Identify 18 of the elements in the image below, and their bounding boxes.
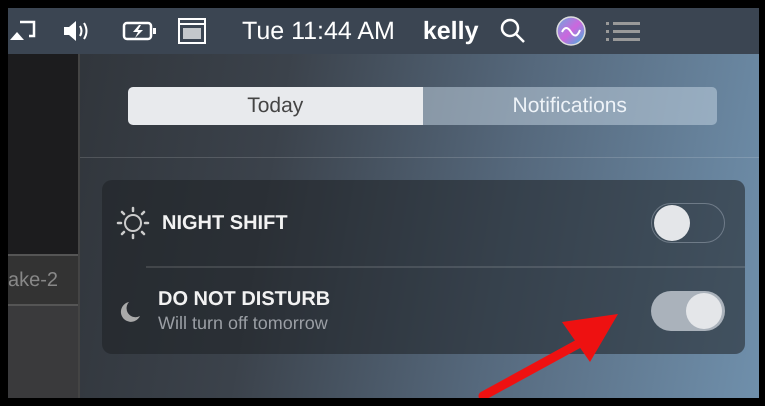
toggle-knob[interactable] <box>686 293 722 329</box>
tab[interactable]: Today <box>128 86 422 124</box>
setting-label: NIGHT SHIFT <box>162 212 289 234</box>
keyboard-viewer-icon[interactable] <box>178 18 206 44</box>
siri-icon[interactable] <box>556 16 586 46</box>
setting-detail: Will turn off tomorrow <box>158 313 329 334</box>
toggle-knob[interactable] <box>654 205 690 241</box>
list-icon[interactable] <box>606 20 640 42</box>
toggle-switch[interactable] <box>651 291 725 331</box>
toggle-switch[interactable] <box>651 203 725 243</box>
user-name[interactable]: kelly <box>422 16 478 46</box>
search-icon[interactable] <box>500 18 526 44</box>
night-shift-icon <box>116 206 150 240</box>
window-label: ake-2 <box>8 268 58 292</box>
menu-clock[interactable]: Tue 11:44 AM <box>242 16 395 46</box>
screen-mirroring-icon[interactable] <box>10 20 36 42</box>
setting-label: DO NOT DISTURB <box>158 288 332 311</box>
battery-icon[interactable] <box>122 20 158 42</box>
